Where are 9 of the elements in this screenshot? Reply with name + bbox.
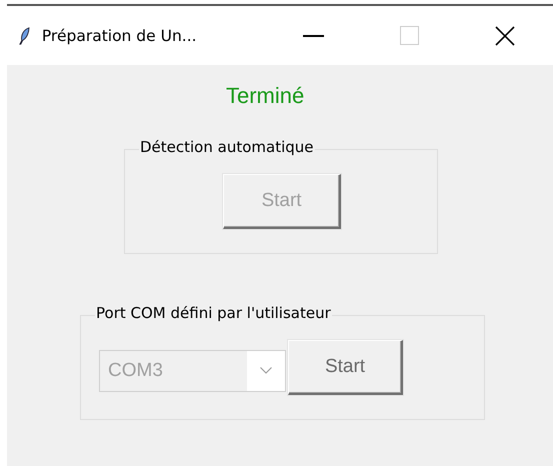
window-title: Préparation de Un... (42, 26, 198, 44)
chevron-down-icon (260, 367, 272, 374)
start-button[interactable]: Start (288, 340, 403, 395)
minimize-icon[interactable] (303, 34, 324, 36)
status-text: Terminé (226, 83, 304, 109)
group-label: Détection automatique (139, 138, 315, 156)
close-icon[interactable] (495, 26, 516, 46)
feather-icon (19, 26, 30, 46)
group-label: Port COM défini par l'utilisateur (95, 304, 332, 322)
